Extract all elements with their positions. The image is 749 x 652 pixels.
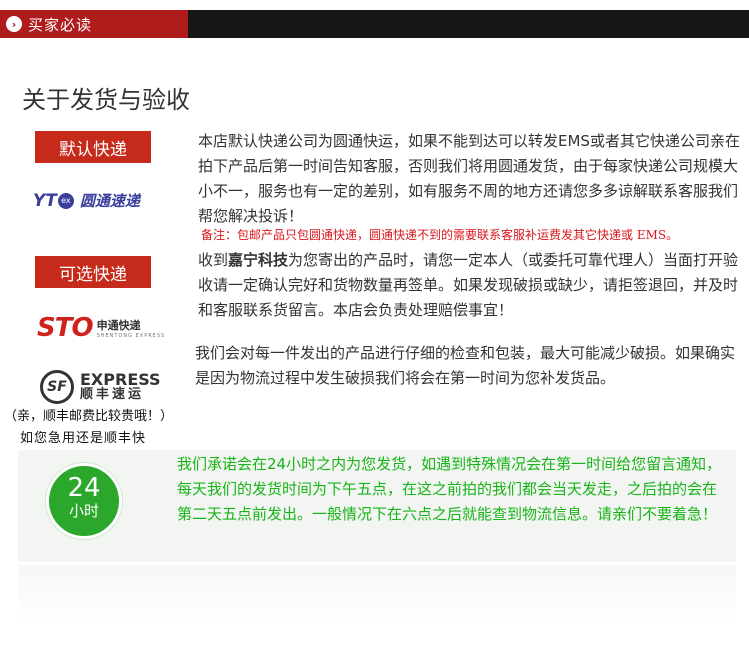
receive-policy-text: 收到嘉宁科技为您寄出的产品时，请您一定本人（或委托可靠代理人）当面打开验收请一定… — [198, 248, 746, 323]
sf-logo-badge: SF — [40, 370, 74, 404]
sto-logo-mark: STO — [37, 313, 94, 343]
inspection-text: 我们会对每一件发出的产品进行仔细的检查和包装，最大可能减少破损。如果确实是因为物… — [195, 344, 736, 387]
sf-logo: SF EXPRESS 顺丰速运 — [40, 370, 161, 404]
chevron-right-icon: › — [6, 16, 22, 32]
promise-text: 我们承诺会在24小时之内为您发货，如遇到特殊情况会在第一时间给您留言通知，每天我… — [177, 455, 722, 523]
yto-logo-circle: ex — [57, 192, 74, 209]
sf-urgent-note: 如您急用还是顺丰快 — [20, 431, 147, 446]
sto-logo-cn: 申通快递 — [96, 319, 141, 332]
sf-expensive-note: （亲，顺丰邮费比较贵哦！） — [4, 409, 174, 424]
sf-logo-en: EXPRESS — [80, 370, 161, 389]
yto-logo: YT ex 圆通速递 — [33, 190, 140, 211]
sto-logo: STO 申通快递 SHENTONG EXPRESS — [37, 313, 165, 343]
24-hour-unit: 小时 — [68, 502, 99, 520]
yto-logo-name: 圆通速递 — [79, 192, 140, 210]
receive-pre: 收到 — [198, 251, 229, 269]
header-tab: › 买家必读 — [0, 10, 188, 38]
header-title: 买家必读 — [28, 15, 93, 34]
yto-logo-mark: YT — [33, 190, 57, 211]
24-hour-number: 24 — [67, 473, 101, 503]
remark-text: 备注：包邮产品只包圆通快递，圆通快递不到的需要联系客服补运费发其它快递或 EMS… — [201, 228, 679, 242]
sf-logo-cn: 顺丰速运 — [80, 387, 145, 402]
default-policy-text: 本店默认快递公司为圆通快运，如果不能到达可以转发EMS或者其它快递公司亲在拍下产… — [198, 132, 740, 225]
optional-express-label: 可选快递 — [35, 256, 151, 288]
reflection-fade — [18, 565, 736, 625]
24-hour-badge: 24 小时 — [46, 463, 122, 539]
section-title: 关于发货与验收 — [22, 86, 190, 114]
sto-logo-en: SHENTONG EXPRESS — [96, 333, 166, 339]
header-bar: › 买家必读 — [0, 10, 749, 38]
shop-name: 嘉宁科技 — [228, 251, 289, 269]
default-express-label: 默认快递 — [35, 131, 151, 163]
